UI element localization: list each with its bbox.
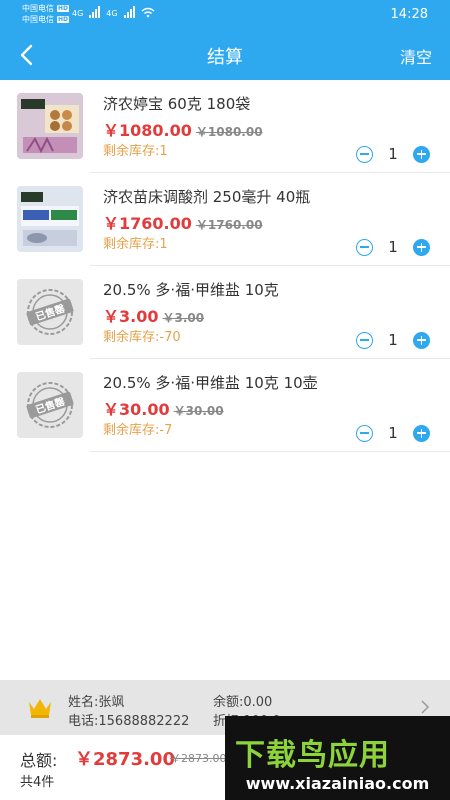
price-line: ￥30.00 ￥30.00 [103, 396, 224, 420]
price-line: ￥1760.00 ￥1760.00 [103, 210, 263, 234]
crown-icon [29, 699, 51, 718]
item-count: 共4件 [20, 775, 55, 790]
product-thumbnail[interactable]: 已售罄 [17, 372, 83, 438]
stock-remaining: 剩余库存:-70 [103, 330, 181, 345]
clock: 14:28 [390, 7, 428, 22]
quantity-value[interactable]: 1 [373, 238, 413, 256]
cart-list: 济农婷宝 60克 180袋 ￥1080.00 ￥1080.00 剩余库存:1 1 … [0, 80, 450, 680]
quantity-stepper: 1 [356, 145, 430, 163]
price-line: ￥1080.00 ￥1080.00 [103, 117, 263, 141]
watermark-url: www.xiazainiao.com [245, 774, 430, 793]
chevron-right-icon [421, 700, 430, 714]
sale-price: ￥1760.00 [103, 214, 192, 233]
cart-item: 已售罄 20.5% 多·福·甲维盐 10克 ￥3.00 ￥3.00 剩余库存:-7… [0, 266, 450, 359]
stock-remaining: 剩余库存:-7 [103, 423, 173, 438]
status-bar: 中国电信 HD 中国电信 HD 4G 4G 14:28 [0, 0, 450, 30]
cart-item: 济农婷宝 60克 180袋 ￥1080.00 ￥1080.00 剩余库存:1 1 [0, 80, 450, 173]
carrier-2: 中国电信 [22, 15, 54, 24]
product-thumbnail[interactable] [17, 93, 83, 159]
quantity-stepper: 1 [356, 424, 430, 442]
carrier-info: 中国电信 HD 中国电信 HD [22, 3, 70, 25]
watermark-logo-text: 下载鸟应用 [235, 738, 390, 773]
total-amount: ￥2873.00 [75, 749, 175, 770]
hd-badge: HD [57, 16, 70, 23]
increase-quantity-button[interactable] [413, 424, 430, 442]
product-photo-icon [17, 93, 83, 159]
decrease-quantity-button[interactable] [356, 238, 373, 256]
decrease-quantity-button[interactable] [356, 424, 373, 442]
cart-item: 已售罄 20.5% 多·福·甲维盐 10克 10壶 ￥30.00 ￥30.00 剩… [0, 359, 450, 452]
sale-price: ￥1080.00 [103, 121, 192, 140]
member-name: 姓名:张飒 [68, 695, 125, 710]
signal-icon [123, 6, 135, 18]
decrease-quantity-button[interactable] [356, 145, 373, 163]
divider [90, 451, 450, 452]
increase-quantity-button[interactable] [413, 331, 430, 349]
increase-quantity-button[interactable] [413, 145, 430, 163]
signal-icon [89, 6, 101, 18]
product-name: 济农婷宝 60克 180袋 [103, 95, 251, 113]
decrease-quantity-button[interactable] [356, 331, 373, 349]
watermark: 下载鸟应用 www.xiazainiao.com [225, 716, 450, 800]
original-price: ￥30.00 [173, 404, 224, 418]
total-original: ￥2873.00 [170, 752, 227, 765]
original-price: ￥1080.00 [195, 125, 263, 139]
product-thumbnail[interactable] [17, 186, 83, 252]
sold-out-stamp-icon: 已售罄 [17, 372, 83, 438]
carrier-1: 中国电信 [22, 4, 54, 13]
original-price: ￥1760.00 [195, 218, 263, 232]
member-balance: 余额:0.00 [213, 695, 273, 710]
increase-quantity-button[interactable] [413, 238, 430, 256]
wifi-icon [141, 7, 155, 18]
sold-out-stamp-icon: 已售罄 [17, 279, 83, 345]
price-line: ￥3.00 ￥3.00 [103, 303, 204, 327]
page-title: 结算 [207, 47, 243, 68]
quantity-value[interactable]: 1 [373, 145, 413, 163]
stock-remaining: 剩余库存:1 [103, 237, 168, 252]
product-thumbnail[interactable]: 已售罄 [17, 279, 83, 345]
sale-price: ￥3.00 [103, 307, 159, 326]
hd-badge: HD [57, 5, 70, 12]
quantity-stepper: 1 [356, 331, 430, 349]
cart-item: 济农苗床调酸剂 250毫升 40瓶 ￥1760.00 ￥1760.00 剩余库存:… [0, 173, 450, 266]
quantity-value[interactable]: 1 [373, 424, 413, 442]
network-type-1: 4G [72, 9, 84, 18]
product-name: 20.5% 多·福·甲维盐 10克 [103, 281, 279, 299]
quantity-stepper: 1 [356, 238, 430, 256]
product-name: 20.5% 多·福·甲维盐 10克 10壶 [103, 374, 318, 392]
product-photo-icon [17, 186, 83, 252]
sale-price: ￥30.00 [103, 400, 170, 419]
quantity-value[interactable]: 1 [373, 331, 413, 349]
original-price: ￥3.00 [162, 311, 205, 325]
product-name: 济农苗床调酸剂 250毫升 40瓶 [103, 188, 311, 206]
clear-button[interactable]: 清空 [400, 44, 432, 68]
stock-remaining: 剩余库存:1 [103, 144, 168, 159]
network-type-2: 4G [106, 9, 118, 18]
app-header: 结算 清空 [0, 30, 450, 80]
signal-indicators: 4G 4G [72, 6, 155, 18]
member-phone: 电话:15688882222 [68, 714, 190, 729]
total-label: 总额: [20, 751, 58, 770]
